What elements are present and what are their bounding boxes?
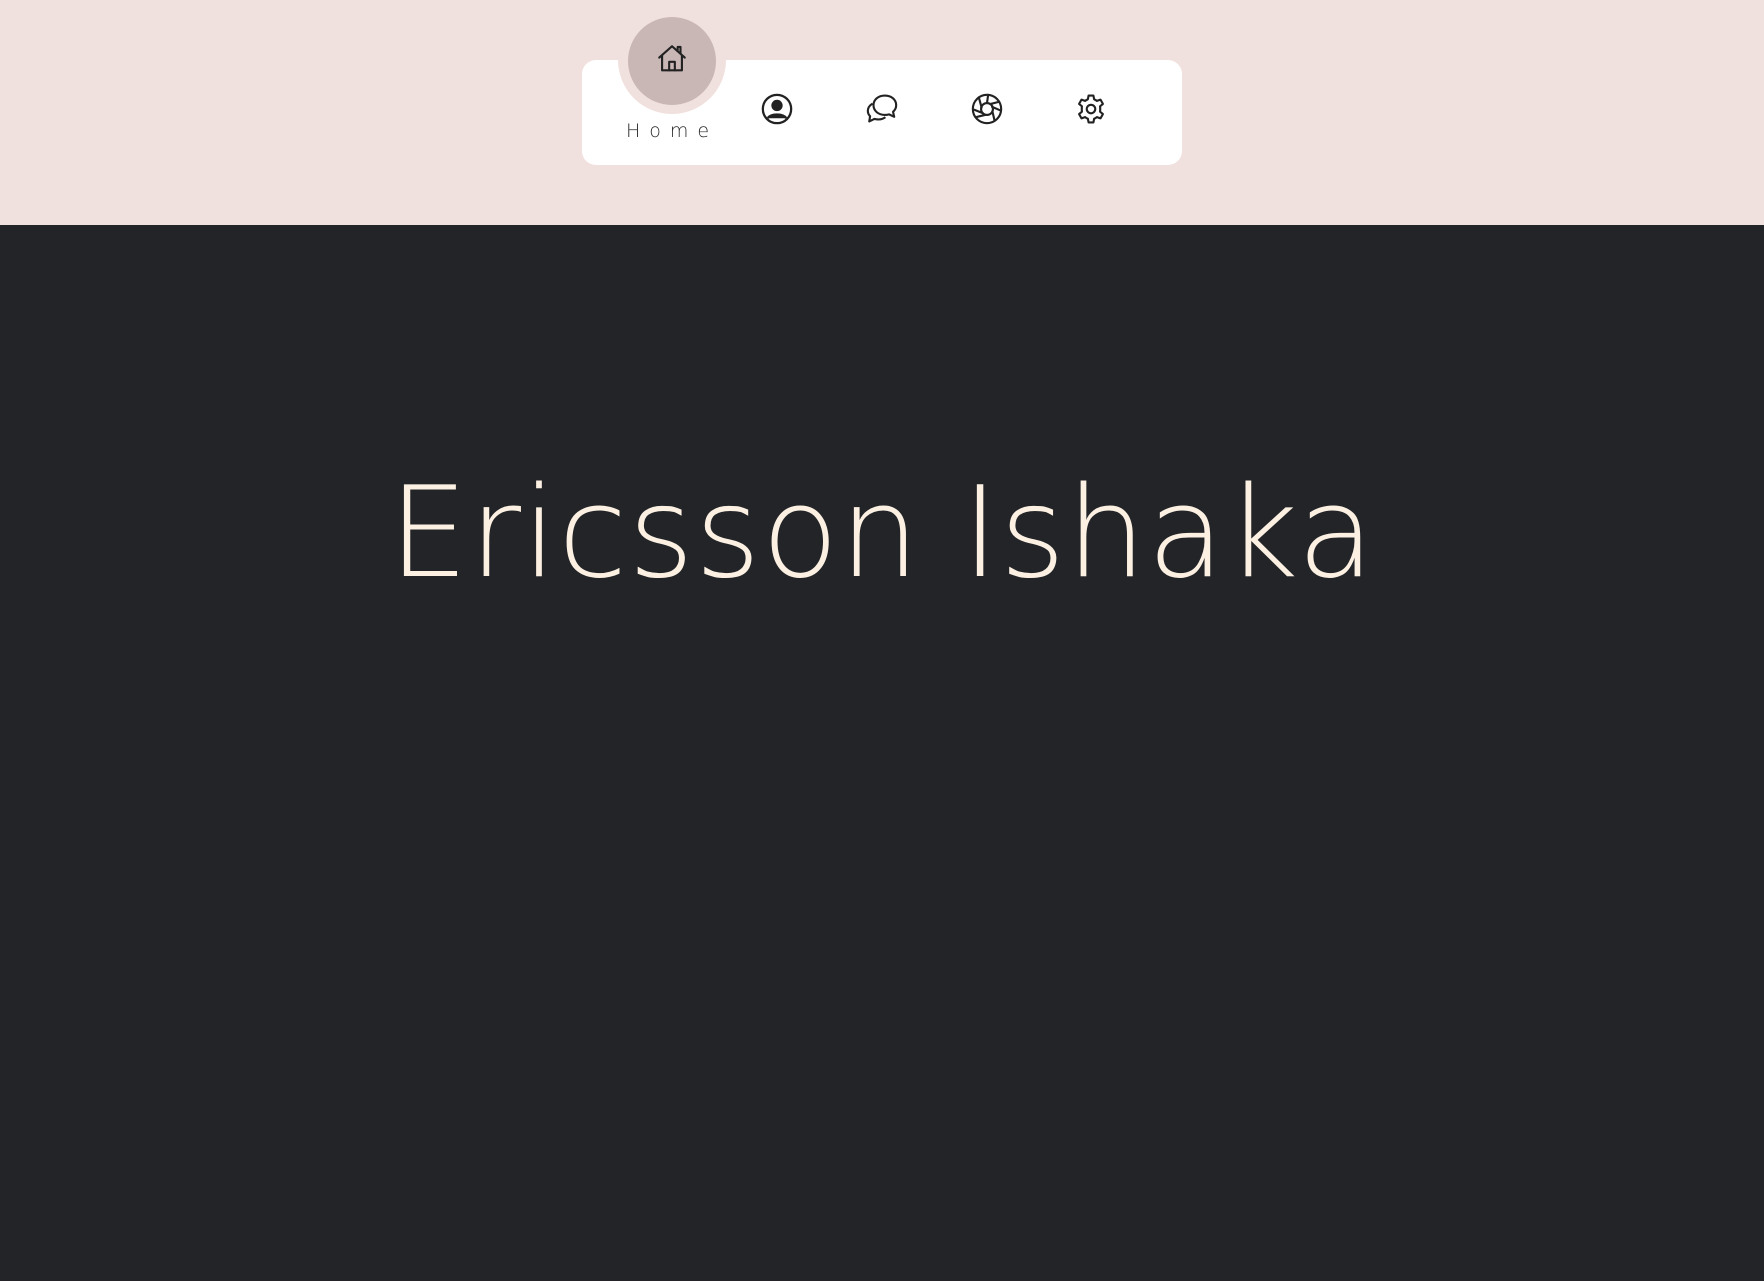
nav-item-profile[interactable] bbox=[752, 88, 802, 134]
aperture-icon bbox=[970, 92, 1004, 131]
home-icon bbox=[655, 42, 689, 81]
nav-item-messages[interactable] bbox=[857, 88, 907, 134]
nav-item-home[interactable] bbox=[628, 17, 716, 105]
hero-name: Ericsson Ishaka bbox=[388, 459, 1376, 606]
nav-item-gallery[interactable] bbox=[962, 88, 1012, 134]
chat-bubbles-icon bbox=[865, 92, 899, 131]
nav-active-label: Home bbox=[625, 120, 719, 142]
user-circle-icon bbox=[760, 92, 794, 131]
nav-item-settings[interactable] bbox=[1066, 88, 1116, 134]
gear-icon bbox=[1074, 92, 1108, 131]
